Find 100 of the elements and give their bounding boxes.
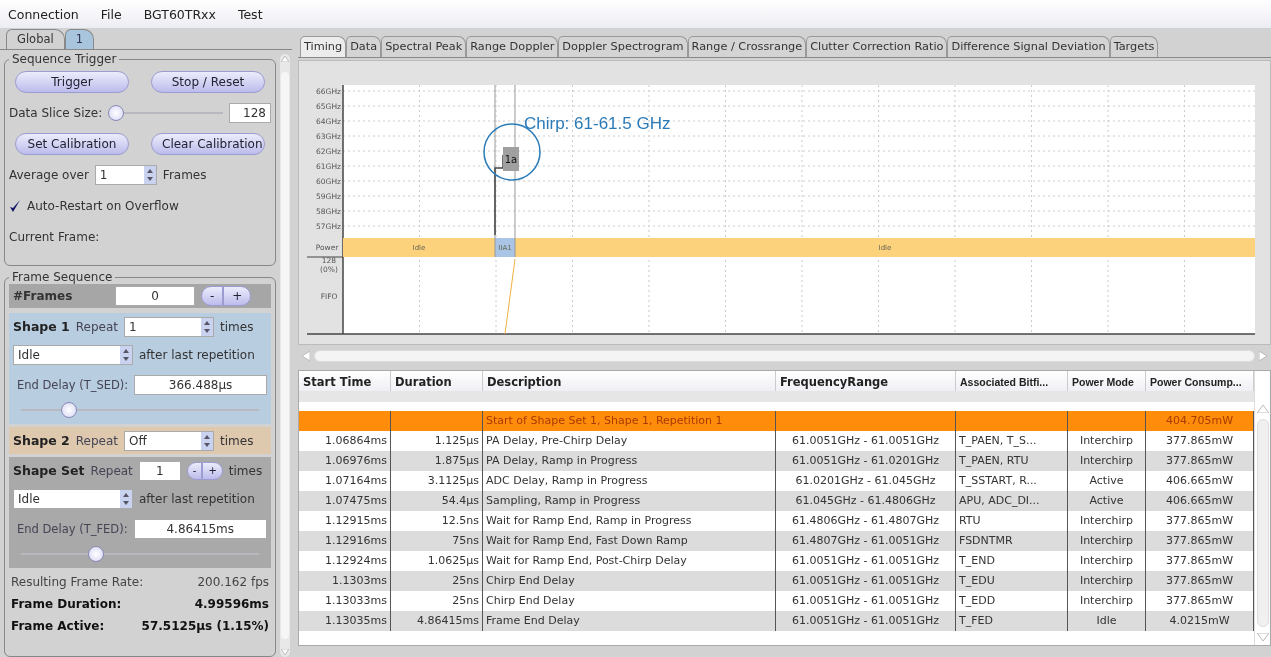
menu-item[interactable]: Connection [8, 6, 79, 22]
tab[interactable]: Timing [300, 36, 347, 57]
data-slice-field[interactable]: 128 [229, 102, 271, 123]
table-cell: 1.1303ms [299, 571, 391, 591]
tab[interactable]: Targets [1109, 36, 1159, 57]
table-cell: 377.865mW [1146, 451, 1254, 471]
data-slice-label: Data Slice Size: [9, 105, 103, 120]
chirp-label: 1a [504, 154, 518, 165]
tab[interactable]: Range / Crossrange [687, 36, 807, 57]
table-cell: 1.06976ms [299, 451, 391, 471]
table-cell: 1.13035ms [299, 611, 391, 631]
stop-reset-button[interactable]: Stop / Reset [151, 70, 265, 93]
dropdown[interactable]: Idle [13, 345, 133, 365]
current-frame-label: Current Frame: [9, 229, 100, 244]
table-cell: 377.865mW [1146, 531, 1254, 551]
scrollbar-thumb[interactable] [314, 350, 1255, 362]
frames-field[interactable]: 0 [115, 286, 195, 306]
trigger-button[interactable]: Trigger [15, 70, 129, 93]
spinner-icon[interactable] [120, 346, 132, 364]
end-delay-label: End Delay (T_FED): [16, 522, 128, 536]
table-cell: 1.07475ms [299, 491, 391, 511]
minus-button[interactable]: - [201, 286, 224, 306]
end-delay-field[interactable]: 366.488µs [134, 375, 267, 395]
table-cell: 61.4807GHz - 61.0051GHz [776, 531, 956, 551]
table-cell: T_SSTART, R... [956, 471, 1068, 491]
tab[interactable]: Range Doppler [466, 36, 559, 57]
result-value: 200.162 fps [197, 575, 269, 589]
slider-handle[interactable] [108, 104, 125, 121]
table-cell: Frame End Delay [483, 611, 776, 631]
plus-button[interactable]: + [223, 286, 252, 306]
spinner-icon[interactable] [201, 317, 214, 336]
table-cell: Chirp End Delay [483, 571, 776, 591]
table-cell: Interchirp [1068, 571, 1146, 591]
clear-calibration-button[interactable]: Clear Calibration [151, 132, 265, 155]
end-delay-field[interactable]: 4.86415ms [133, 519, 267, 539]
set-calibration-button[interactable]: Set Calibration [15, 132, 129, 155]
group-title: Sequence Trigger [11, 52, 118, 66]
repeat-field[interactable]: Off [124, 430, 215, 451]
end-delay-label: End Delay (T_SED): [16, 378, 129, 392]
tab[interactable]: Global [6, 29, 65, 49]
table-cell: PA Delay, Ramp in Progress [483, 451, 776, 471]
menu-item[interactable]: BGT60TRxx [143, 6, 216, 22]
menu-item[interactable]: Test [237, 6, 263, 22]
scroll-down-icon[interactable] [281, 649, 289, 655]
repeat-label: Repeat [75, 433, 119, 448]
number-field[interactable]: 1 [94, 164, 157, 185]
table-cell: Chirp End Delay [483, 591, 776, 611]
tab[interactable]: 1 [64, 29, 94, 49]
block-title: Shape 1 [13, 319, 70, 334]
repeat-field[interactable]: 1 [124, 316, 215, 337]
tab[interactable]: Difference Signal Deviation [947, 36, 1110, 57]
table-cell: Wait for Ramp End, Post-Chirp Delay [483, 551, 776, 571]
scroll-right-icon[interactable] [1259, 351, 1267, 361]
tab[interactable]: Doppler Spectrogram [558, 36, 688, 57]
after-label: after last repetition [139, 348, 255, 362]
spinner-icon[interactable] [120, 490, 132, 508]
table-cell: 61.045GHz - 61.4806GHz [776, 491, 956, 511]
spinner-icon[interactable] [201, 431, 214, 450]
times-label: times [220, 319, 254, 334]
scrollbar-thumb[interactable] [281, 72, 289, 639]
tab[interactable]: Data [346, 36, 382, 57]
table-cell: Idle [1068, 611, 1146, 631]
slider-handle[interactable] [87, 546, 104, 562]
table-cell: T_PAEN, RTU [956, 451, 1068, 471]
scrollbar[interactable] [1254, 371, 1270, 645]
scrollbar[interactable] [280, 54, 290, 657]
scroll-up-icon[interactable] [281, 56, 289, 62]
table-cell: Active [1068, 491, 1146, 511]
table-cell: Interchirp [1068, 451, 1146, 471]
tab[interactable]: Spectral Peak [381, 36, 467, 57]
slider-handle[interactable] [60, 402, 77, 418]
scroll-up-icon[interactable] [1256, 405, 1269, 413]
table-cell: Interchirp [1068, 531, 1146, 551]
table-cell: 1.12916ms [299, 531, 391, 551]
result-label: Frame Active: [11, 619, 105, 633]
scrollbar-thumb[interactable] [1256, 419, 1269, 627]
table-cell: T_EDU [956, 571, 1068, 591]
spinner-icon[interactable] [143, 165, 156, 184]
table-cell: 1.875µs [391, 451, 483, 471]
table-cell: T_END [956, 551, 1068, 571]
table-cell: 61.0051GHz - 61.0051GHz [776, 611, 956, 631]
tab[interactable]: Clutter Correction Ratio [806, 36, 948, 57]
minus-button[interactable]: - [186, 461, 203, 480]
frames-label: Frames [162, 167, 207, 182]
table-cell: 377.865mW [1146, 571, 1254, 591]
scroll-down-icon[interactable] [1256, 633, 1269, 641]
average-label: Average over [9, 167, 89, 182]
dropdown[interactable]: Idle [13, 489, 133, 509]
block-title: Shape Set [13, 463, 85, 478]
plus-button[interactable]: + [202, 461, 223, 480]
result-value: 57.5125µs (1.15%) [141, 619, 269, 633]
table-cell: 4.86415ms [391, 611, 483, 631]
frames-label: #Frames [13, 289, 74, 303]
table-cell: Wait for Ramp End, Ramp in Progress [483, 511, 776, 531]
horizontal-scrollbar[interactable] [302, 348, 1267, 364]
repeat-field[interactable]: 1 [138, 460, 181, 481]
checkbox-label[interactable]: Auto-Restart on Overflow [27, 198, 179, 213]
scroll-left-icon[interactable] [302, 351, 310, 361]
table-cell: APU, ADC_DI... [956, 491, 1068, 511]
menu-item[interactable]: File [100, 6, 122, 22]
